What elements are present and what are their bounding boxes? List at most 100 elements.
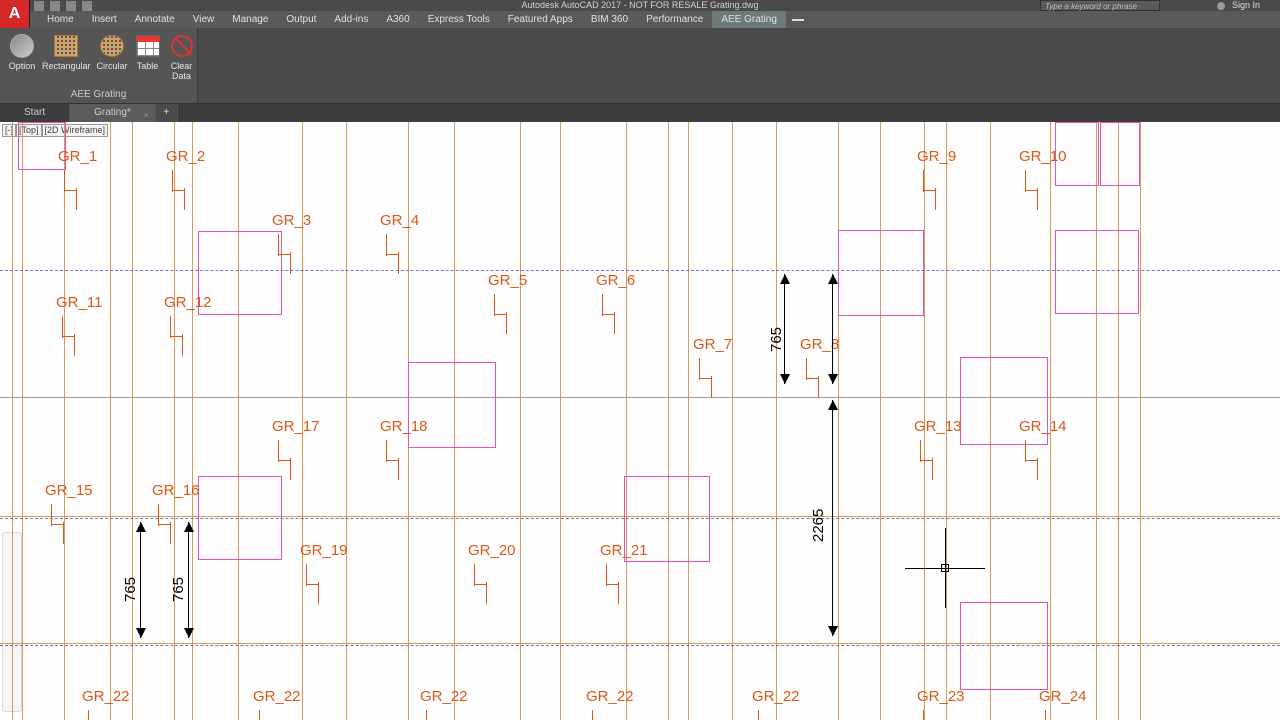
dimension-text[interactable]: 765: [170, 577, 187, 602]
grating-label[interactable]: GR_22: [82, 688, 130, 705]
column-box[interactable]: [1055, 230, 1139, 314]
ribbon-tab-output[interactable]: Output: [277, 11, 325, 28]
dimension-line[interactable]: [832, 274, 833, 384]
ribbon-tab-a360[interactable]: A360: [377, 11, 418, 28]
grating-label[interactable]: GR_22: [586, 688, 634, 705]
column-box[interactable]: [838, 230, 924, 316]
panel-button-table[interactable]: Table: [132, 32, 164, 82]
ribbon-tab-home[interactable]: Home: [38, 11, 83, 28]
grid-vline: [346, 122, 347, 720]
application-menu-button[interactable]: A: [0, 0, 30, 28]
column-box[interactable]: [960, 602, 1048, 690]
grating-label[interactable]: GR_21: [600, 542, 648, 559]
grating-label[interactable]: GR_16: [152, 482, 200, 499]
grating-label[interactable]: GR_10: [1019, 148, 1067, 165]
section-arrow-icon: [758, 710, 772, 720]
tab-start[interactable]: Start: [0, 104, 70, 122]
grating-label[interactable]: GR_23: [917, 688, 965, 705]
dimension-line[interactable]: [140, 522, 141, 638]
section-arrow-icon: [592, 710, 606, 720]
grating-label[interactable]: GR_7: [693, 336, 732, 353]
grid-vline: [1096, 122, 1097, 720]
section-arrow-icon: [699, 358, 713, 398]
panel-button-circular[interactable]: Circular: [95, 32, 130, 82]
section-arrow-icon: [64, 170, 78, 210]
grating-label[interactable]: GR_1: [58, 148, 97, 165]
clear-data-icon: [171, 35, 193, 57]
signin-button[interactable]: Sign In: [1217, 0, 1260, 11]
grid-vline: [668, 122, 669, 720]
viewport-menu[interactable]: [-]: [2, 124, 16, 137]
grating-label[interactable]: GR_22: [752, 688, 800, 705]
grid-hline: [0, 645, 1280, 646]
section-arrow-icon: [426, 710, 440, 720]
grating-label[interactable]: GR_4: [380, 212, 419, 229]
ribbon-tab-insert[interactable]: Insert: [83, 11, 126, 28]
ribbon-tabs: HomeInsertAnnotateViewManageOutputAdd-in…: [0, 11, 1280, 28]
dimension-text[interactable]: 2265: [810, 509, 827, 542]
grating-label[interactable]: GR_6: [596, 272, 635, 289]
panel-button-rectangular[interactable]: Rectangular: [40, 32, 93, 82]
panel-button-option[interactable]: Option: [6, 32, 38, 82]
section-arrow-icon: [170, 316, 184, 356]
grid-vline: [132, 122, 133, 720]
ribbon-tab-annotate[interactable]: Annotate: [126, 11, 184, 28]
column-box[interactable]: [198, 476, 282, 560]
grating-label[interactable]: GR_19: [300, 542, 348, 559]
section-arrow-icon: [278, 440, 292, 480]
grid-hline: [0, 643, 1280, 644]
grid-vline: [64, 122, 65, 720]
grating-label[interactable]: GR_22: [420, 688, 468, 705]
dimension-text[interactable]: 765: [122, 577, 139, 602]
circular-icon: [100, 35, 124, 57]
grating-label[interactable]: GR_8: [800, 336, 839, 353]
grid-vline: [110, 122, 111, 720]
qat-new-icon[interactable]: [34, 1, 44, 11]
grating-label[interactable]: GR_14: [1019, 418, 1067, 435]
grid-vline: [838, 122, 839, 720]
ribbon-tab-aee-grating[interactable]: AEE Grating: [712, 11, 786, 28]
dimension-line[interactable]: [832, 400, 833, 636]
grating-label[interactable]: GR_3: [272, 212, 311, 229]
ribbon-tab-view[interactable]: View: [184, 11, 224, 28]
grating-label[interactable]: GR_13: [914, 418, 962, 435]
grid-vline: [22, 122, 23, 720]
grating-label[interactable]: GR_22: [253, 688, 301, 705]
qat-undo-icon[interactable]: [82, 1, 92, 11]
section-arrow-icon: [386, 234, 400, 274]
grating-label[interactable]: GR_18: [380, 418, 428, 435]
ribbon-options[interactable]: [792, 19, 804, 21]
dimension-text[interactable]: 765: [768, 327, 785, 352]
section-arrow-icon: [494, 294, 508, 334]
section-arrow-icon: [602, 294, 616, 334]
grating-label[interactable]: GR_17: [272, 418, 320, 435]
grating-label[interactable]: GR_11: [56, 294, 102, 311]
grating-label[interactable]: GR_24: [1039, 688, 1087, 705]
document-tabs: Start Grating* × +: [0, 104, 1280, 122]
column-box[interactable]: [408, 362, 496, 448]
panel-title: AEE Grating: [0, 87, 197, 103]
ribbon-panel: OptionRectangularCircularTableClear Data…: [0, 28, 1280, 104]
panel-button-clear-data[interactable]: Clear Data: [166, 32, 198, 82]
column-box[interactable]: [1100, 122, 1140, 186]
qat-save-icon[interactable]: [66, 1, 76, 11]
ribbon-tab-add-ins[interactable]: Add-ins: [325, 11, 377, 28]
grating-label[interactable]: GR_2: [166, 148, 205, 165]
infocenter-search-input[interactable]: Type a keyword or phrase: [1040, 0, 1160, 11]
ribbon-tab-performance[interactable]: Performance: [637, 11, 712, 28]
dimension-line[interactable]: [188, 522, 189, 638]
ribbon-tab-manage[interactable]: Manage: [223, 11, 277, 28]
ribbon-tab-featured-apps[interactable]: Featured Apps: [499, 11, 582, 28]
grating-label[interactable]: GR_20: [468, 542, 516, 559]
grating-label[interactable]: GR_9: [917, 148, 956, 165]
ribbon-tab-bim-360[interactable]: BIM 360: [582, 11, 637, 28]
drawing-canvas[interactable]: [-] [Top] [2D Wireframe] GR_1GR_2GR_3GR_…: [0, 122, 1280, 720]
new-tab-button[interactable]: +: [156, 104, 178, 122]
grating-label[interactable]: GR_12: [164, 294, 212, 311]
grating-label[interactable]: GR_15: [45, 482, 93, 499]
tab-active-document[interactable]: Grating* ×: [70, 104, 156, 122]
qat-open-icon[interactable]: [50, 1, 60, 11]
grating-label[interactable]: GR_5: [488, 272, 527, 289]
section-arrow-icon: [923, 710, 937, 720]
ribbon-tab-express-tools[interactable]: Express Tools: [419, 11, 499, 28]
